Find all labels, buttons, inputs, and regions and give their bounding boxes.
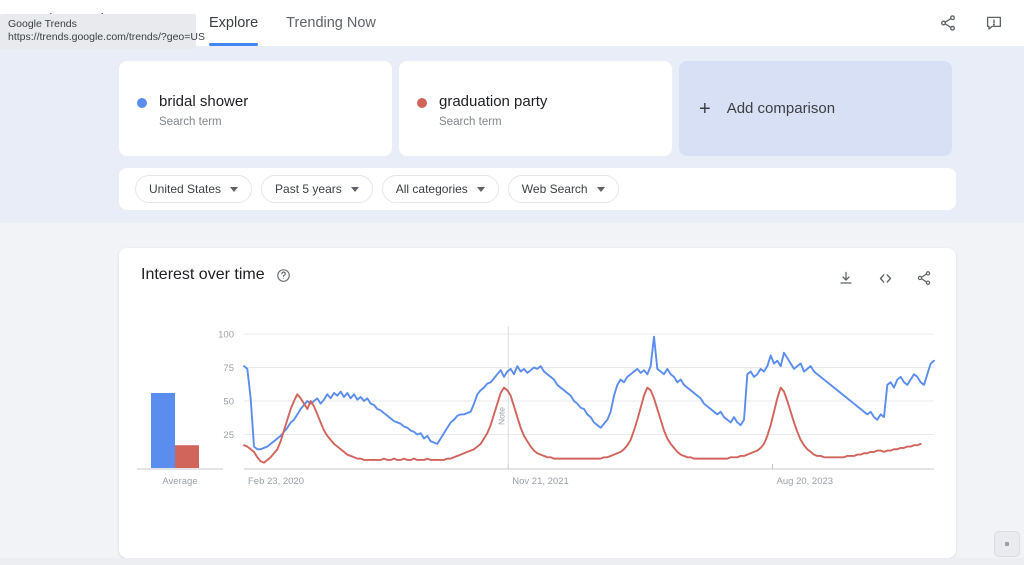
category-filter-label: All categories [395, 182, 468, 196]
series-color-dot-red [417, 98, 427, 108]
term-card-text: bridal shower Search term [159, 92, 248, 130]
term-card-content: bridal shower Search term [137, 92, 248, 130]
tab-explore-label: Explore [209, 15, 259, 31]
note-annotation-label: Note [496, 407, 506, 425]
help-circle-icon[interactable] [276, 268, 291, 283]
chevron-down-icon [350, 186, 359, 192]
tab-trending-now[interactable]: Trending Now [272, 0, 390, 46]
search-term-cards: bridal shower Search term graduation par… [119, 61, 952, 156]
average-label: Average [162, 476, 197, 487]
interest-over-time-chart[interactable]: 25 50 75 100 Feb 23, 2020 Nov 21, 2021 Aug 20,… [119, 320, 956, 520]
time-range-filter[interactable]: Past 5 years [261, 175, 373, 203]
interest-over-time-header: Interest over time [141, 266, 291, 284]
y-axis-tick-label: 100 [218, 330, 234, 341]
chevron-down-icon [230, 186, 239, 192]
term-card-content: graduation party Search term [417, 92, 547, 130]
x-axis-tick-label: Aug 20, 2023 [777, 476, 834, 487]
average-bar-graduation-party [175, 445, 199, 468]
page-bottom-strip [0, 558, 1024, 565]
topbar-actions [936, 11, 1024, 35]
tab-explore[interactable]: Explore [195, 0, 272, 46]
search-term-card-bridal-shower[interactable]: bridal shower Search term [119, 61, 392, 156]
average-bar-bridal-shower [151, 392, 175, 468]
interest-over-time-actions [836, 268, 934, 288]
nav-tabs: Explore Trending Now [195, 0, 390, 46]
feedback-icon[interactable] [982, 11, 1006, 35]
search-term-name: bridal shower [159, 93, 249, 110]
search-term-card-graduation-party[interactable]: graduation party Search term [399, 61, 672, 156]
series-line-bridal-shower [243, 335, 935, 451]
trends-page: Google Trends Explore Trending Now [0, 0, 1024, 565]
share-icon[interactable] [914, 268, 934, 288]
fab-dot-icon [1005, 542, 1009, 546]
series-line-graduation-party [243, 386, 922, 464]
location-filter[interactable]: United States [135, 175, 253, 203]
x-axis-tick-label: Nov 21, 2021 [512, 476, 569, 487]
search-terms-section: bridal shower Search term graduation par… [0, 46, 1024, 223]
add-comparison-label: Add comparison [726, 100, 836, 117]
chevron-down-icon [476, 186, 485, 192]
search-term-subtitle: Search term [439, 116, 502, 128]
plus-icon: + [699, 97, 711, 120]
y-axis-tick-label: 75 [223, 363, 234, 374]
add-comparison-button[interactable]: + Add comparison [679, 61, 952, 156]
chevron-down-icon [596, 186, 605, 192]
search-type-filter[interactable]: Web Search [507, 175, 619, 203]
y-axis-tick-label: 50 [223, 397, 234, 408]
search-type-filter-label: Web Search [521, 182, 588, 196]
page-title: Interest over time [141, 266, 265, 283]
link-hover-tooltip: Google Trends https://trends.google.com/… [0, 14, 205, 49]
embed-code-icon[interactable] [875, 268, 895, 288]
trends-line-chart-svg[interactable]: 25 50 75 100 Feb 23, 2020 Nov 21, 2021 Aug 20,… [119, 320, 956, 520]
add-comparison-content: + Add comparison [679, 99, 835, 119]
link-tooltip-url: https://trends.google.com/trends/?geo=US [8, 31, 205, 43]
search-term-subtitle: Search term [159, 116, 222, 128]
term-card-text: graduation party Search term [439, 92, 547, 130]
share-icon[interactable] [936, 11, 960, 35]
category-filter[interactable]: All categories [381, 175, 499, 203]
search-term-name: graduation party [439, 93, 548, 110]
download-icon[interactable] [836, 268, 856, 288]
x-axis-tick-label: Feb 23, 2020 [248, 476, 304, 487]
y-axis-tick-label: 25 [223, 430, 234, 441]
interest-over-time-card: Interest over time 25 50 75 100 Feb 23, … [119, 248, 956, 558]
filter-bar: United States Past 5 years All categorie… [119, 168, 956, 210]
time-range-filter-label: Past 5 years [275, 182, 342, 196]
feedback-fab-button[interactable] [994, 531, 1020, 557]
tab-trending-now-label: Trending Now [286, 15, 376, 31]
link-tooltip-title: Google Trends [8, 18, 77, 30]
location-filter-label: United States [149, 182, 222, 196]
series-color-dot-blue [137, 98, 147, 108]
